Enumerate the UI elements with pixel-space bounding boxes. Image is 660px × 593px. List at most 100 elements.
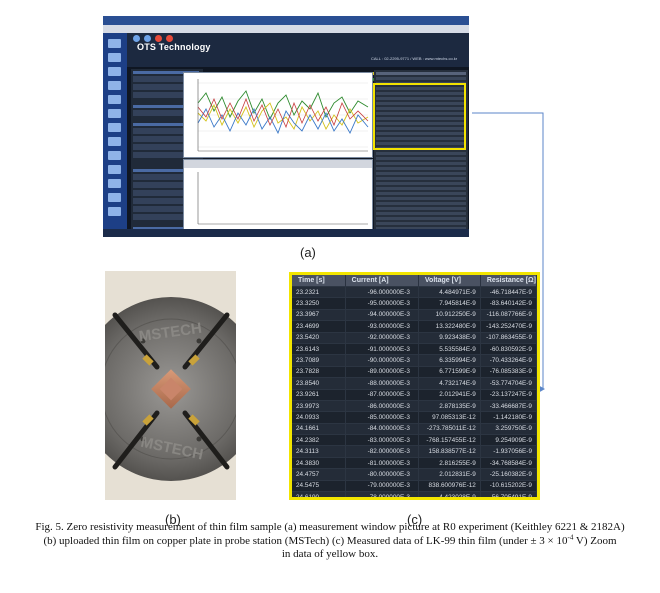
zoomed-data-table: Time [s] Current [A] Voltage [V] Resista… [289, 272, 540, 500]
table-row: 23.6143 -91.000000E-3 5.535584E-9 -60.83059… [292, 342, 537, 355]
cell-current: -88.000000E-3 [345, 377, 419, 390]
cell-resistance: -23.137247E-9 [480, 388, 537, 401]
cell-voltage: 6.335994E-9 [418, 354, 481, 367]
table-row: 24.5475 -79.000000E-3 838.600976E-12 -10.61… [292, 479, 537, 492]
cell-time: 24.6190 [292, 491, 346, 497]
cell-time: 24.4757 [292, 468, 346, 481]
figure-caption: Fig. 5. Zero resistivity measurement of … [4, 521, 656, 562]
probe-station-photo: MSTECH MSTECH [105, 271, 236, 500]
table-row: 24.6190 -78.000000E-3 4.423028E-9 -56.70549… [292, 491, 537, 497]
cell-resistance: -143.252470E-9 [480, 320, 537, 333]
caption-line-2-end: V) Zoom [573, 534, 617, 547]
cell-current: -86.000000E-3 [345, 399, 419, 412]
cell-resistance: -1.937056E-9 [480, 445, 537, 458]
cell-voltage: -273.785011E-12 [418, 422, 481, 435]
cell-current: -92.000000E-3 [345, 331, 419, 344]
cell-resistance: -53.774704E-9 [480, 377, 537, 390]
cell-time: 24.3830 [292, 456, 346, 469]
cell-time: 23.5420 [292, 331, 346, 344]
cell-voltage: 158.838577E-12 [418, 445, 481, 458]
caption-line-1: Fig. 5. Zero resistivity measurement of … [35, 521, 625, 533]
table-row: 24.2382 -83.000000E-3 -768.157455E-12 9.254… [292, 434, 537, 446]
cell-voltage: 2.012831E-9 [418, 468, 481, 481]
table-row: 24.4757 -80.000000E-3 2.012831E-9 -25.16038… [292, 468, 537, 481]
cell-voltage: 4.484971E-9 [418, 285, 481, 298]
cell-resistance: 3.259750E-9 [480, 422, 537, 435]
cell-current: -84.000000E-3 [345, 422, 419, 435]
cell-resistance: -25.160382E-9 [480, 468, 537, 481]
cell-voltage: 5.535584E-9 [418, 342, 481, 355]
cell-time: 23.9261 [292, 388, 346, 401]
cell-current: -87.000000E-3 [345, 388, 419, 401]
cell-resistance: 9.254909E-9 [480, 434, 537, 446]
cell-current: -93.000000E-3 [345, 320, 419, 333]
cell-current: -89.000000E-3 [345, 365, 419, 378]
cell-current: -90.000000E-3 [345, 354, 419, 367]
cell-time: 24.3113 [292, 445, 346, 458]
table-row: 24.3830 -81.000000E-3 2.816255E-9 -34.76858… [292, 456, 537, 469]
table-row: 23.9261 -87.000000E-3 2.012941E-9 -23.13724… [292, 388, 537, 401]
table-row: 24.0933 -85.000000E-3 97.085313E-12 -1.1421… [292, 411, 537, 424]
cell-resistance: -83.640142E-9 [480, 297, 537, 310]
cell-time: 23.3967 [292, 308, 346, 321]
table-row: 23.3967 -94.000000E-3 10.912250E-9 -116.087… [292, 308, 537, 321]
table-row: 23.8540 -88.000000E-3 4.732174E-9 -53.77470… [292, 377, 537, 390]
cell-time: 24.0933 [292, 411, 346, 424]
cell-time: 24.2382 [292, 434, 346, 446]
cell-time: 23.3250 [292, 297, 346, 310]
table-row: 23.9973 -86.000000E-3 2.878135E-9 -33.46668… [292, 399, 537, 412]
cell-resistance: -34.768584E-9 [480, 456, 537, 469]
cell-time: 23.6143 [292, 342, 346, 355]
cell-voltage: 4.423028E-9 [418, 491, 481, 497]
table-row: 24.3113 -82.000000E-3 158.838577E-12 -1.937… [292, 445, 537, 458]
cell-current: -91.000000E-3 [345, 342, 419, 355]
cell-voltage: 7.945814E-9 [418, 297, 481, 310]
column-header-resistance: Resistance [Ω] [480, 275, 537, 287]
column-header-voltage: Voltage [V] [418, 275, 481, 287]
cell-resistance: -46.718447E-9 [480, 285, 537, 298]
cell-voltage: 9.923438E-9 [418, 331, 481, 344]
caption-line-2: (b) uploaded thin film on copper plate i… [4, 533, 656, 549]
cell-voltage: 2.012941E-9 [418, 388, 481, 401]
table-row: 23.7828 -89.000000E-3 6.771599E-9 -76.08538… [292, 365, 537, 378]
cell-current: -82.000000E-3 [345, 445, 419, 458]
cell-resistance: -70.433264E-9 [480, 354, 537, 367]
table-row: 23.5420 -92.000000E-3 9.923438E-9 -107.8634… [292, 331, 537, 344]
cell-time: 24.5475 [292, 479, 346, 492]
cell-voltage: -768.157455E-12 [418, 434, 481, 446]
cell-time: 23.9973 [292, 399, 346, 412]
cell-resistance: -10.615202E-9 [480, 479, 537, 492]
cell-voltage: 10.912250E-9 [418, 308, 481, 321]
cell-time: 23.4699 [292, 320, 346, 333]
cell-resistance: -107.863455E-9 [480, 331, 537, 344]
cell-time: 23.2321 [292, 285, 346, 298]
cell-voltage: 838.600976E-12 [418, 479, 481, 492]
cell-voltage: 97.085313E-12 [418, 411, 481, 424]
cell-voltage: 2.878135E-9 [418, 399, 481, 412]
table-row: 23.3250 -95.000000E-3 7.945814E-9 -83.64014… [292, 297, 537, 310]
cell-time: 23.7089 [292, 354, 346, 367]
cell-voltage: 13.322480E-9 [418, 320, 481, 333]
cell-current: -94.000000E-3 [345, 308, 419, 321]
cell-time: 24.1661 [292, 422, 346, 435]
cell-current: -79.000000E-3 [345, 479, 419, 492]
measurement-table: Time [s] Current [A] Voltage [V] Resista… [292, 275, 537, 497]
cell-current: -81.000000E-3 [345, 456, 419, 469]
cell-voltage: 2.816255E-9 [418, 456, 481, 469]
table-row: 23.4699 -93.000000E-3 13.322480E-9 -143.252… [292, 320, 537, 333]
cell-current: -85.000000E-3 [345, 411, 419, 424]
cell-resistance: -60.830592E-9 [480, 342, 537, 355]
cell-resistance: -76.085383E-9 [480, 365, 537, 378]
cell-current: -96.000000E-3 [345, 285, 419, 298]
table-row: 24.1661 -84.000000E-3 -273.785011E-12 3.259… [292, 422, 537, 435]
cell-resistance: -1.142180E-9 [480, 411, 537, 424]
cell-current: -83.000000E-3 [345, 434, 419, 446]
cell-resistance: -56.705491E-9 [480, 491, 537, 497]
caption-line-2-text: (b) uploaded thin film on copper plate i… [43, 534, 568, 547]
cell-resistance: -116.087766E-9 [480, 308, 537, 321]
cell-current: -95.000000E-3 [345, 297, 419, 310]
cell-time: 23.7828 [292, 365, 346, 378]
caption-line-3: in data of yellow box. [281, 548, 379, 560]
cell-time: 23.8540 [292, 377, 346, 390]
cell-resistance: -33.466687E-9 [480, 399, 537, 412]
